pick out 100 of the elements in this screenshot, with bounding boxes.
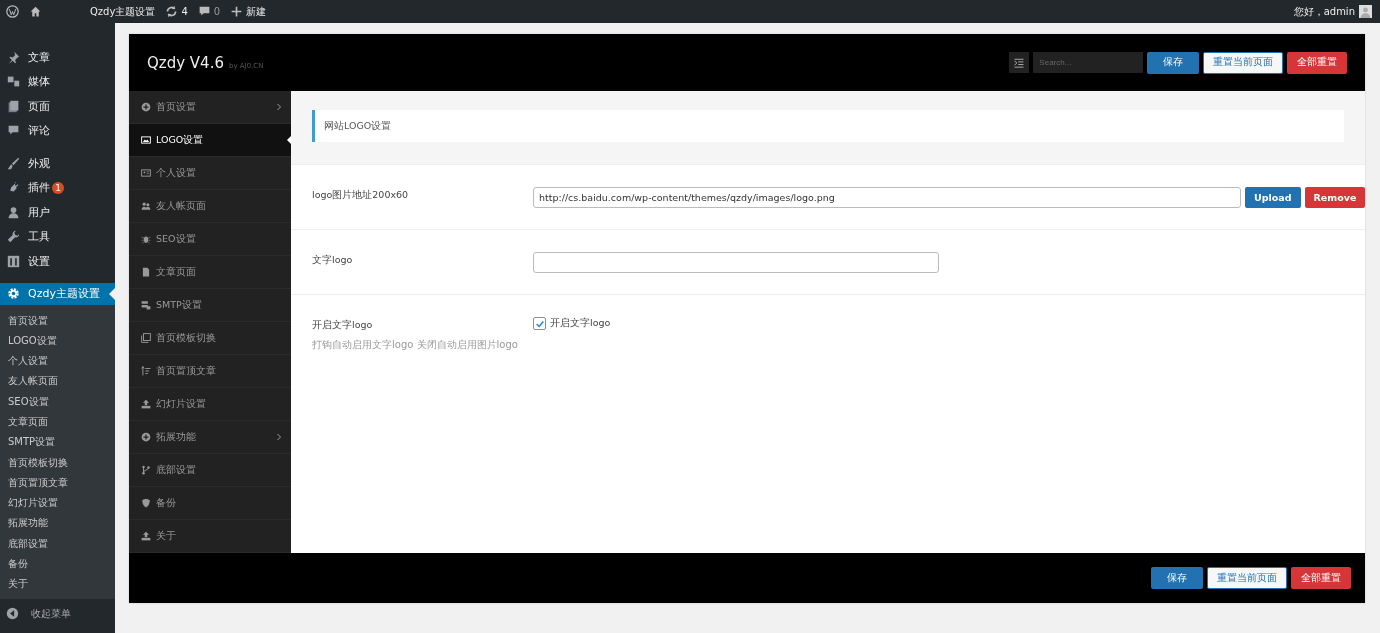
field-description: 打钩自动启用文字logo 关闭自动启用图片logo — [312, 338, 519, 352]
plug-icon — [7, 181, 20, 195]
nav-label: 个人设置 — [156, 166, 197, 180]
action-button[interactable]: 重置当前页面 — [1207, 567, 1288, 589]
action-button[interactable]: 保存 — [1151, 567, 1204, 589]
menu-label: 插件 — [28, 180, 50, 196]
copy-icon — [141, 333, 151, 343]
submenu-item[interactable]: 文章页面 — [0, 412, 115, 433]
menu-item[interactable]: 评论 — [0, 118, 115, 143]
menu-item[interactable]: Qzdy主题设置 — [0, 282, 115, 305]
submenu-item[interactable]: 首页模板切换 — [0, 452, 115, 473]
submenu-item[interactable]: LOGO设置 — [0, 330, 115, 352]
plus-circle-icon — [141, 102, 151, 112]
refresh-icon — [165, 5, 179, 18]
server-icon — [141, 300, 151, 310]
search-field[interactable]: Search... — [1033, 52, 1144, 73]
menu-item[interactable]: 设置 — [0, 249, 115, 274]
field-label: logo图片地址200x60 — [312, 189, 410, 202]
nav-label: 友人帐页面 — [156, 199, 207, 213]
field-label: 开启文字logo — [312, 319, 374, 332]
field-label: 文字logo — [312, 254, 354, 267]
update-count-badge: 1 — [52, 181, 64, 194]
nav-item[interactable]: 个人设置 — [129, 157, 291, 190]
nav-item[interactable]: LOGO设置 — [129, 124, 291, 157]
collapse-menu-button[interactable]: 收起菜单 — [0, 598, 115, 621]
checkbox-label: 开启文字logo — [550, 317, 611, 330]
menu-item[interactable]: 媒体 — [0, 69, 115, 94]
menu-label: 外观 — [28, 155, 50, 171]
menu-item[interactable]: 工具 — [0, 224, 115, 249]
wordpress-logo-icon — [6, 5, 19, 18]
nav-item[interactable]: 友人帐页面 — [129, 190, 291, 223]
action-button[interactable]: 全部重置 — [1287, 51, 1348, 74]
updates-link[interactable]: 4 — [165, 5, 188, 18]
nav-item[interactable]: 首页置顶文章 — [129, 355, 291, 388]
pages-icon — [7, 99, 20, 113]
nav-item[interactable]: 文章页面 — [129, 256, 291, 289]
submenu-item[interactable]: 友人帐页面 — [0, 371, 115, 392]
menu-label: 页面 — [28, 98, 50, 114]
action-button[interactable]: Remove — [1304, 187, 1366, 208]
menu-item[interactable]: 文章 — [0, 45, 115, 70]
home-icon — [29, 5, 42, 18]
section-title: 网站LOGO设置 — [312, 110, 1345, 142]
checkbox[interactable] — [533, 317, 546, 330]
submenu-item[interactable]: SEO设置 — [0, 391, 115, 412]
action-button[interactable]: 保存 — [1147, 51, 1200, 74]
submenu-item[interactable]: 个人设置 — [0, 351, 115, 372]
upload-icon — [141, 399, 151, 409]
bug-icon — [141, 234, 151, 244]
nav-label: 首页置顶文章 — [156, 364, 217, 378]
comments-link[interactable]: 0 — [197, 5, 221, 18]
nav-label: 拓展功能 — [156, 430, 197, 444]
menu-item[interactable]: 外观 — [0, 151, 115, 176]
submenu-item[interactable]: 首页设置 — [0, 310, 115, 331]
pushpin-icon — [7, 50, 20, 64]
action-button[interactable]: 重置当前页面 — [1203, 51, 1284, 74]
nav-item[interactable]: 拓展功能 — [129, 421, 291, 454]
menu-item[interactable]: 页面 — [0, 94, 115, 119]
submenu-item[interactable]: SMTP设置 — [0, 432, 115, 453]
nav-label: 底部设置 — [156, 463, 197, 477]
nav-label: 备份 — [156, 496, 177, 510]
nav-item[interactable]: SMTP设置 — [129, 289, 291, 322]
nav-item[interactable]: 幻灯片设置 — [129, 388, 291, 421]
expand-toggle-button[interactable] — [1009, 52, 1030, 73]
settings-icon — [7, 287, 20, 300]
nav-label: SEO设置 — [156, 232, 197, 246]
submenu-item[interactable]: 底部设置 — [0, 533, 115, 555]
image-icon — [141, 135, 151, 145]
nav-item[interactable]: SEO设置 — [129, 223, 291, 256]
menu-label: 媒体 — [28, 74, 50, 90]
group-icon — [141, 201, 151, 211]
submenu-item[interactable]: 备份 — [0, 554, 115, 575]
greeting-link[interactable]: 您好，admin — [1293, 4, 1355, 19]
menu-label: 设置 — [28, 253, 50, 269]
wrench-icon — [7, 230, 20, 244]
submenu-item[interactable]: 关于 — [0, 574, 115, 595]
menu-label: 用户 — [28, 204, 50, 220]
menu-label: 文章 — [28, 49, 50, 65]
menu-item[interactable]: 用户 — [0, 200, 115, 225]
submenu-item[interactable]: 幻灯片设置 — [0, 493, 115, 514]
site-name-link[interactable]: Qzdy主题设置 — [90, 4, 156, 19]
url-input-field[interactable]: http://cs.baidu.com/wp-content/themes/qzdy/images/logo.png — [533, 187, 1241, 208]
action-button[interactable]: 全部重置 — [1291, 567, 1352, 589]
menu-item[interactable]: 插件 1 — [0, 175, 115, 200]
nav-item[interactable]: 底部设置 — [129, 454, 291, 487]
upload-icon — [141, 531, 151, 541]
nav-item[interactable]: 备份 — [129, 487, 291, 520]
text-input-field[interactable] — [533, 252, 939, 273]
nav-item[interactable]: 首页模板切换 — [129, 322, 291, 355]
nav-label: 首页设置 — [156, 100, 197, 114]
nav-label: 关于 — [156, 529, 177, 543]
new-content-link[interactable]: 新建 — [230, 4, 267, 19]
nav-label: 幻灯片设置 — [156, 397, 207, 411]
document-icon — [141, 267, 151, 277]
submenu-item[interactable]: 首页置顶文章 — [0, 472, 115, 494]
action-button[interactable]: Upload — [1245, 187, 1301, 208]
submenu-item[interactable]: 拓展功能 — [0, 513, 115, 534]
plus-circle-icon — [141, 432, 151, 442]
branch-icon — [141, 465, 151, 475]
speech-bubble-icon — [197, 5, 211, 18]
menu-label: 工具 — [28, 229, 50, 245]
